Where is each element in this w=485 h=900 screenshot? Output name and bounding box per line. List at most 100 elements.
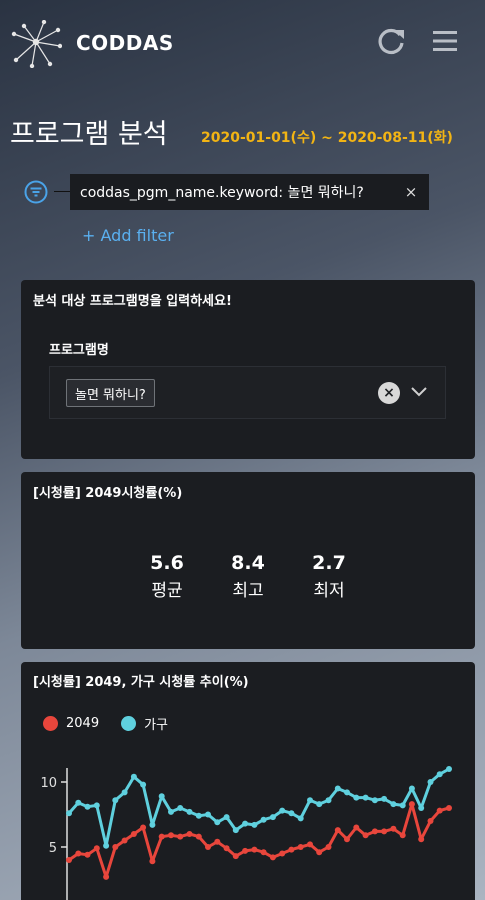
- data-point: [390, 825, 397, 832]
- data-point: [121, 789, 128, 796]
- data-point: [149, 821, 156, 828]
- stat-label: 최저: [313, 581, 345, 601]
- data-point: [93, 802, 100, 809]
- data-point: [316, 849, 323, 856]
- data-point: [75, 799, 82, 806]
- data-point: [66, 810, 72, 817]
- data-point: [251, 846, 258, 853]
- data-point: [205, 811, 211, 818]
- data-point: [390, 801, 397, 808]
- stat-label: 평균: [151, 581, 183, 601]
- data-point: [214, 819, 221, 826]
- data-point: [205, 844, 211, 850]
- chevron-down-icon[interactable]: [410, 385, 428, 399]
- legend-item-2049[interactable]: 2049: [43, 716, 99, 731]
- data-point: [66, 857, 72, 863]
- data-point: [362, 794, 369, 801]
- y-tick-label: 5: [49, 841, 57, 856]
- data-point: [316, 801, 323, 808]
- data-point: [288, 810, 295, 817]
- data-point: [186, 808, 193, 815]
- data-point: [446, 805, 452, 811]
- data-point: [158, 793, 165, 800]
- stat-max: 8.4 최고: [218, 552, 278, 601]
- data-point: [427, 818, 434, 824]
- selected-program-tag[interactable]: 놀면 뭐하니?: [66, 379, 155, 407]
- stat-min: 2.7 최저: [299, 552, 359, 601]
- date-range[interactable]: 2020-01-01(수) ~ 2020-08-11(화): [201, 127, 453, 147]
- data-point: [260, 816, 267, 823]
- stat-average: 5.6 평균: [137, 552, 197, 601]
- panel-title: [시청률] 2049시청률(%): [33, 486, 183, 501]
- clear-selection-icon[interactable]: ×: [378, 382, 400, 404]
- data-point: [325, 797, 332, 804]
- chart-legend: 2049 가구: [43, 714, 190, 733]
- data-point: [353, 824, 360, 831]
- data-point: [232, 827, 239, 834]
- data-point: [149, 858, 156, 865]
- data-point: [279, 850, 286, 857]
- data-point: [223, 845, 230, 852]
- program-select-panel: 분석 대상 프로그램명을 입력하세요! 프로그램명 놀면 뭐하니? ×: [21, 280, 475, 459]
- data-point: [140, 824, 147, 831]
- series-line-1: [67, 767, 450, 848]
- page-title: 프로그램 분석: [10, 119, 168, 150]
- data-point: [408, 801, 415, 808]
- data-point: [84, 851, 91, 858]
- stat-value: 5.6: [150, 552, 184, 574]
- data-point: [158, 833, 165, 840]
- data-point: [168, 832, 174, 839]
- data-point: [288, 846, 295, 853]
- data-point: [381, 795, 388, 802]
- filter-chip-label: coddas_pgm_name.keyword: 놀면 뭐하니?: [80, 185, 364, 201]
- data-point: [436, 807, 443, 814]
- data-point: [121, 837, 128, 844]
- data-point: [399, 802, 406, 809]
- rating-trend-chart: 10 5: [40, 766, 452, 900]
- data-point: [251, 821, 258, 828]
- rating-summary-panel: [시청률] 2049시청률(%) 5.6 평균 8.4 최고 2.7 최저: [21, 472, 475, 649]
- legend-item-household[interactable]: 가구: [121, 714, 168, 733]
- data-point: [260, 849, 267, 856]
- data-point: [371, 828, 378, 835]
- data-point: [112, 797, 119, 804]
- filter-icon[interactable]: [24, 180, 48, 204]
- data-point: [103, 873, 110, 880]
- data-point: [297, 815, 304, 822]
- add-filter-button[interactable]: + Add filter: [82, 226, 174, 245]
- filter-chip[interactable]: coddas_pgm_name.keyword: 놀면 뭐하니? ×: [70, 174, 429, 210]
- data-point: [381, 828, 388, 835]
- program-name-label: 프로그램명: [49, 343, 109, 358]
- data-point: [436, 771, 443, 778]
- data-point: [177, 833, 184, 840]
- data-point: [195, 812, 202, 819]
- close-icon[interactable]: ×: [403, 183, 419, 201]
- data-point: [307, 797, 313, 804]
- hamburger-menu-icon[interactable]: [432, 28, 458, 54]
- data-point: [130, 773, 137, 780]
- data-point: [93, 845, 100, 852]
- data-point: [214, 838, 221, 845]
- data-point: [353, 794, 360, 801]
- stat-value: 2.7: [312, 552, 346, 574]
- data-point: [269, 854, 276, 861]
- stat-value: 8.4: [231, 552, 265, 574]
- data-point: [307, 841, 313, 848]
- program-name-select[interactable]: 놀면 뭐하니? ×: [49, 366, 446, 419]
- legend-swatch: [121, 716, 137, 731]
- refresh-icon[interactable]: [376, 26, 406, 56]
- legend-label: 2049: [66, 716, 100, 731]
- data-point: [242, 820, 249, 827]
- data-point: [130, 831, 137, 837]
- data-point: [242, 847, 249, 854]
- data-point: [75, 850, 82, 857]
- data-point: [344, 836, 350, 843]
- filter-connector: [54, 191, 70, 192]
- legend-swatch: [43, 716, 58, 731]
- rating-trend-panel: [시청률] 2049, 가구 시청률 추이(%) 2049 가구 10 5: [21, 662, 475, 900]
- data-point: [186, 831, 193, 837]
- data-point: [325, 844, 332, 850]
- data-point: [103, 842, 110, 849]
- data-point: [418, 836, 425, 843]
- data-point: [334, 827, 341, 834]
